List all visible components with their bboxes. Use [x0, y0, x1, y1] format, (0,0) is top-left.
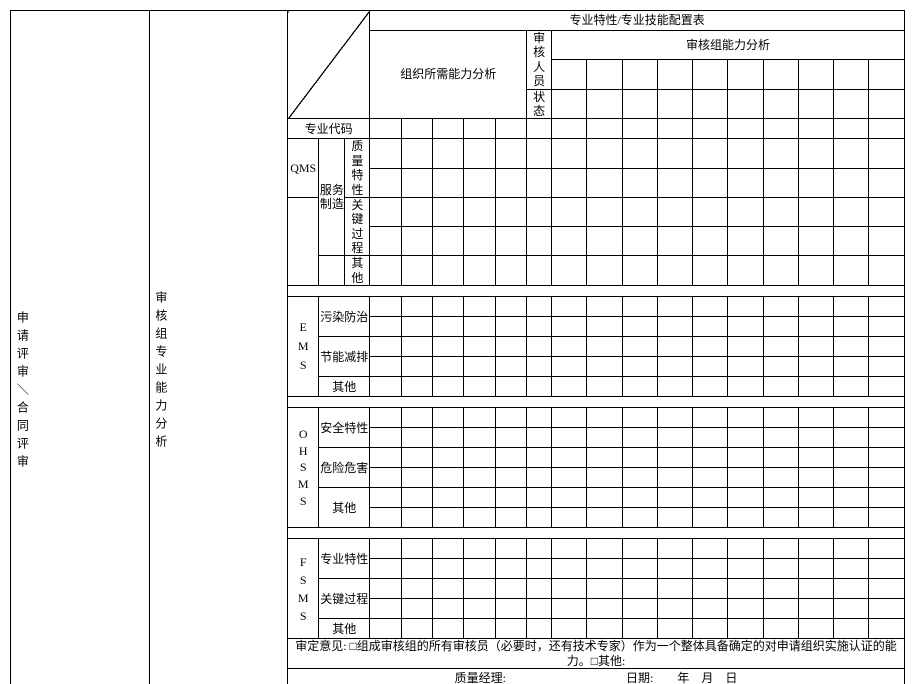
opinion-line: 审定意见: □组成审核组的所有审核员（必要时，还有技术专家）作为一个整体具备确定… [288, 639, 905, 669]
ems-r2: 节能减排 [319, 337, 370, 377]
qms-svc1: 服务制造 [319, 139, 345, 256]
fsms-tag: FSMS [288, 539, 319, 639]
qms-r1: 质量特性 [345, 139, 370, 198]
status-label: 状态 [527, 89, 552, 119]
table-title: 专业特性/专业技能配置表 [370, 11, 905, 31]
ohsms-tag: OHSMS [288, 408, 319, 528]
diagonal-cell [288, 11, 370, 119]
inner-side-label: 审核组专业能力分析 [149, 11, 288, 684]
ems-tag: EMS [288, 297, 319, 397]
config-table: 申请评审＼合同评审 审核组专业能力分析 专业特性/专业技能配置表 组织所需能力分… [10, 10, 905, 684]
ems-r1: 污染防治 [319, 297, 370, 337]
fsms-r1: 专业特性 [319, 539, 370, 579]
fsms-r3: 其他 [319, 619, 370, 639]
code-label: 专业代码 [288, 119, 370, 139]
ems-r3: 其他 [319, 377, 370, 397]
fsms-r2: 关键过程 [319, 579, 370, 619]
auditor-label: 审核人员 [527, 31, 552, 90]
ohsms-r3: 其他 [319, 488, 370, 528]
team-header: 审核组能力分析 [552, 31, 905, 60]
qms-r2: 关键过程 [345, 197, 370, 256]
org-header: 组织所需能力分析 [370, 31, 527, 119]
qms-r3: 其他 [345, 256, 370, 286]
grid-cell [552, 60, 587, 89]
ohsms-r1: 安全特性 [319, 408, 370, 448]
qms-tag: QMS [288, 139, 319, 198]
ohsms-r2: 危险危害 [319, 448, 370, 488]
mgr-line: 质量经理: 日期: 年 月 日 [288, 669, 905, 684]
outer-side-label: 申请评审＼合同评审 [11, 11, 150, 684]
